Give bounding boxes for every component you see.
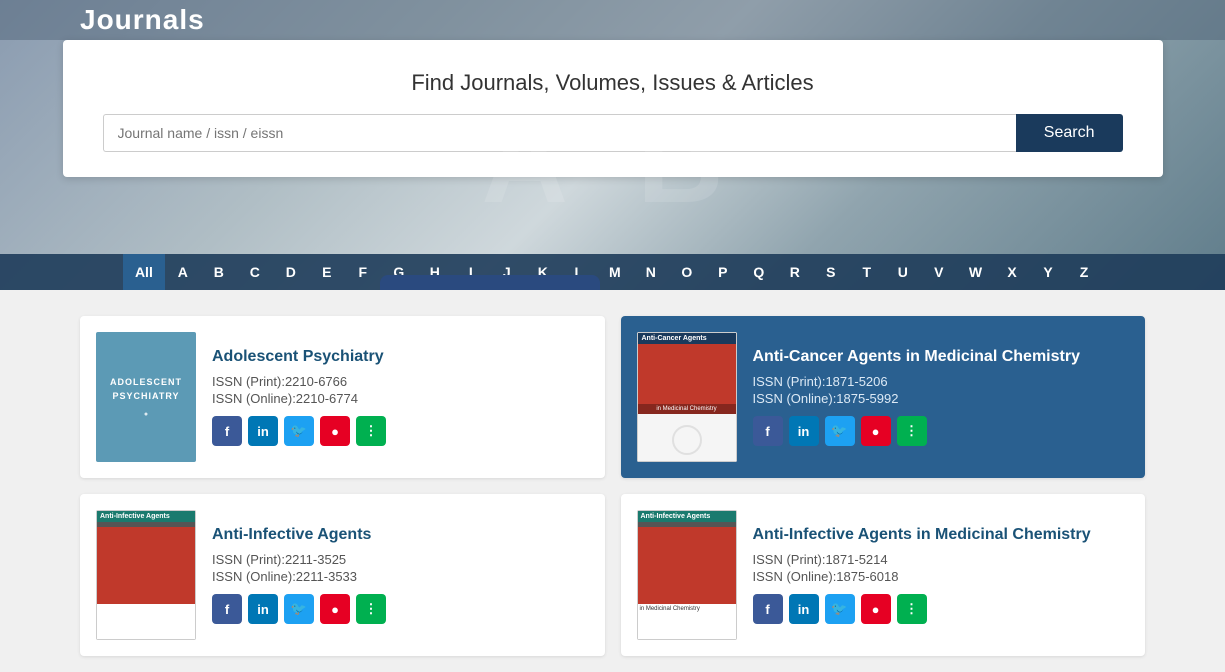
journal-cover-antiinfective: Anti-Infective Agents [96, 510, 196, 640]
alpha-btn-b[interactable]: B [201, 254, 237, 290]
alpha-btn-x[interactable]: X [994, 254, 1030, 290]
journal-card-2[interactable]: Anti-Cancer Agents in Medicinal Chemistr… [621, 316, 1146, 478]
journal-title-2[interactable]: Anti-Cancer Agents in Medicinal Chemistr… [753, 348, 1130, 366]
journal-card-1[interactable]: ADOLESCENT PSYCHIATRY ● Adolescent Psych… [80, 316, 605, 478]
facebook-button-4[interactable]: f [753, 594, 783, 624]
share-button-4[interactable]: ⋮ [897, 594, 927, 624]
social-buttons-1: fin🐦●⋮ [212, 416, 589, 446]
social-buttons-4: fin🐦●⋮ [753, 594, 1130, 624]
alpha-btn-d[interactable]: D [273, 254, 309, 290]
pinterest-button-4[interactable]: ● [861, 594, 891, 624]
social-buttons-3: fin🐦●⋮ [212, 594, 589, 624]
journal-info-2: Anti-Cancer Agents in Medicinal Chemistr… [753, 348, 1130, 446]
journal-cover-anticancer: Anti-Cancer Agents in Medicinal Chemistr… [637, 332, 737, 462]
pinterest-button-1[interactable]: ● [320, 416, 350, 446]
journal-info-1: Adolescent Psychiatry ISSN (Print):2210-6… [212, 348, 589, 446]
alpha-btn-all[interactable]: All [123, 254, 165, 290]
page-title: Journals [80, 4, 205, 35]
twitter-button-1[interactable]: 🐦 [284, 416, 314, 446]
pinterest-button-2[interactable]: ● [861, 416, 891, 446]
hero-title-bar: Journals [0, 0, 1225, 40]
journal-cover-adolescent: ADOLESCENT PSYCHIATRY ● [96, 332, 196, 462]
alpha-btn-w[interactable]: W [957, 254, 994, 290]
journal-card-4[interactable]: Anti-Infective Agents in Medicinal Chemi… [621, 494, 1146, 656]
journal-info-3: Anti-Infective Agents ISSN (Print):2211-3… [212, 526, 589, 624]
share-button-2[interactable]: ⋮ [897, 416, 927, 446]
alpha-navigation: AllABCDEFGHIJKLMNOPQRSTUVWXYZ [0, 254, 1225, 290]
alpha-btn-v[interactable]: V [921, 254, 957, 290]
alpha-btn-s[interactable]: S [813, 254, 849, 290]
tooltip: Click on any journal (or book in case of [380, 275, 600, 290]
alpha-btn-f[interactable]: F [345, 254, 381, 290]
linkedin-button-1[interactable]: in [248, 416, 278, 446]
alpha-btn-n[interactable]: N [633, 254, 669, 290]
alpha-btn-e[interactable]: E [309, 254, 345, 290]
facebook-button-3[interactable]: f [212, 594, 242, 624]
journal-title-3[interactable]: Anti-Infective Agents [212, 526, 589, 544]
search-box: Find Journals, Volumes, Issues & Article… [63, 40, 1163, 177]
search-heading: Find Journals, Volumes, Issues & Article… [103, 70, 1123, 96]
journal-issn-print-1: ISSN (Print):2210-6766 [212, 374, 589, 389]
alpha-btn-t[interactable]: T [849, 254, 885, 290]
tooltip-line1: Click on any journal [414, 289, 566, 290]
alpha-btn-p[interactable]: P [705, 254, 741, 290]
search-row: Search [103, 114, 1123, 152]
journal-title-4[interactable]: Anti-Infective Agents in Medicinal Chemi… [753, 526, 1130, 544]
facebook-button-1[interactable]: f [212, 416, 242, 446]
search-button[interactable]: Search [1016, 114, 1123, 152]
alpha-btn-u[interactable]: U [885, 254, 921, 290]
journal-issn-print-4: ISSN (Print):1871-5214 [753, 552, 1130, 567]
hero-section: Journals Find Journals, Volumes, Issues … [0, 0, 1225, 290]
alpha-btn-m[interactable]: M [597, 254, 633, 290]
journal-issn-print-2: ISSN (Print):1871-5206 [753, 374, 1130, 389]
linkedin-button-3[interactable]: in [248, 594, 278, 624]
pinterest-button-3[interactable]: ● [320, 594, 350, 624]
alpha-btn-a[interactable]: A [165, 254, 201, 290]
social-buttons-2: fin🐦●⋮ [753, 416, 1130, 446]
journal-issn-online-1: ISSN (Online):2210-6774 [212, 391, 589, 406]
search-input[interactable] [103, 114, 1016, 152]
journal-issn-online-3: ISSN (Online):2211-3533 [212, 569, 589, 584]
journal-card-3[interactable]: Anti-Infective Agents Anti-Infective Age… [80, 494, 605, 656]
journal-cover-antiinfective2: Anti-Infective Agents in Medicinal Chemi… [637, 510, 737, 640]
journal-issn-online-2: ISSN (Online):1875-5992 [753, 391, 1130, 406]
journals-grid: ADOLESCENT PSYCHIATRY ● Adolescent Psych… [0, 300, 1225, 672]
alpha-btn-c[interactable]: C [237, 254, 273, 290]
alpha-btn-y[interactable]: Y [1030, 254, 1066, 290]
twitter-button-4[interactable]: 🐦 [825, 594, 855, 624]
alpha-btn-q[interactable]: Q [741, 254, 777, 290]
journal-issn-online-4: ISSN (Online):1875-6018 [753, 569, 1130, 584]
journal-issn-print-3: ISSN (Print):2211-3525 [212, 552, 589, 567]
share-button-1[interactable]: ⋮ [356, 416, 386, 446]
twitter-button-2[interactable]: 🐦 [825, 416, 855, 446]
journal-info-4: Anti-Infective Agents in Medicinal Chemi… [753, 526, 1130, 624]
facebook-button-2[interactable]: f [753, 416, 783, 446]
alpha-btn-o[interactable]: O [669, 254, 705, 290]
tooltip-box: Click on any journal (or book in case of [380, 275, 600, 290]
twitter-button-3[interactable]: 🐦 [284, 594, 314, 624]
linkedin-button-4[interactable]: in [789, 594, 819, 624]
alpha-btn-z[interactable]: Z [1066, 254, 1102, 290]
journal-title-1[interactable]: Adolescent Psychiatry [212, 348, 589, 366]
linkedin-button-2[interactable]: in [789, 416, 819, 446]
share-button-3[interactable]: ⋮ [356, 594, 386, 624]
alpha-btn-r[interactable]: R [777, 254, 813, 290]
